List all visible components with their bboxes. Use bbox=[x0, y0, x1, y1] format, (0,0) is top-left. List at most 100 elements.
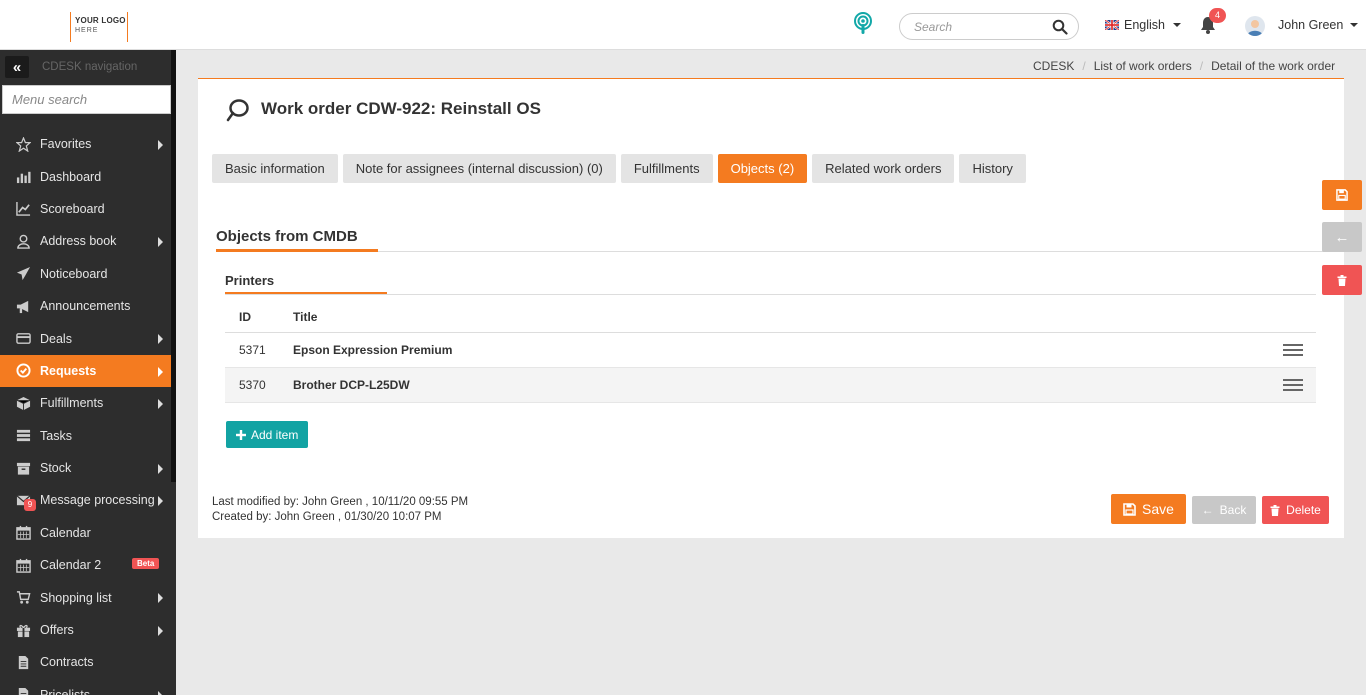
add-item-button[interactable]: Add item bbox=[226, 421, 309, 448]
page-title: Work order CDW-922: Reinstall OS bbox=[225, 96, 541, 122]
avatar[interactable] bbox=[1245, 16, 1265, 36]
sidebar-item-pricelists[interactable]: Pricelists bbox=[0, 679, 171, 695]
sidebar-scrollbar[interactable] bbox=[171, 50, 176, 482]
paper-plane-icon bbox=[15, 266, 31, 282]
sidebar: « CDESK navigation Menu search Favorites… bbox=[0, 50, 176, 695]
megaphone-icon bbox=[15, 298, 31, 314]
floating-delete-button[interactable] bbox=[1322, 265, 1362, 295]
sidebar-item-stock[interactable]: Stock bbox=[0, 452, 171, 484]
credit-card-icon bbox=[15, 331, 31, 347]
tab-basic-information[interactable]: Basic information bbox=[212, 154, 338, 183]
table-row[interactable]: 5370 Brother DCP-L25DW bbox=[225, 368, 1316, 403]
sidebar-item-calendar-2[interactable]: Calendar 2 Beta bbox=[0, 549, 171, 581]
column-header-id[interactable]: ID bbox=[225, 310, 293, 324]
top-bar: YOUR LOGO HERE Search English 4 John Gre… bbox=[0, 0, 1366, 50]
tab-note-for-assignees[interactable]: Note for assignees (internal discussion)… bbox=[342, 154, 616, 183]
sidebar-item-label: Requests bbox=[40, 363, 97, 378]
sidebar-item-announcements[interactable]: Announcements bbox=[0, 290, 171, 322]
chevron-right-icon bbox=[158, 399, 163, 410]
collapse-sidebar-icon[interactable]: « bbox=[5, 56, 29, 78]
user-menu[interactable]: John Green bbox=[1278, 18, 1359, 32]
star-icon bbox=[15, 136, 31, 152]
save-label: Save bbox=[1142, 501, 1174, 517]
sidebar-item-message-processing[interactable]: Message processing 9 bbox=[0, 484, 171, 516]
chevron-right-icon bbox=[158, 593, 163, 604]
sidebar-item-shopping-list[interactable]: Shopping list bbox=[0, 581, 171, 613]
work-order-title: Work order CDW-922: Reinstall OS bbox=[261, 99, 541, 118]
tab-bar: Basic information Note for assignees (in… bbox=[212, 154, 1026, 183]
box-icon bbox=[15, 395, 31, 411]
delete-button[interactable]: Delete bbox=[1262, 496, 1329, 524]
floating-save-button[interactable] bbox=[1322, 180, 1362, 210]
arrow-left-icon: ← bbox=[1334, 228, 1350, 246]
calendar-icon bbox=[15, 525, 31, 541]
language-selector[interactable]: English bbox=[1105, 18, 1181, 32]
unread-count-badge: 9 bbox=[24, 499, 36, 512]
search-icon[interactable] bbox=[1052, 19, 1068, 35]
sidebar-menu: Favorites Dashboard Scoreboard Address book… bbox=[0, 128, 171, 695]
tab-history[interactable]: History bbox=[959, 154, 1026, 183]
uk-flag-icon bbox=[1105, 20, 1119, 30]
sidebar-item-fulfillments[interactable]: Fulfillments bbox=[0, 387, 171, 419]
company-logo[interactable]: YOUR LOGO HERE bbox=[70, 12, 128, 42]
breadcrumb: CDESK / List of work orders / Detail of … bbox=[1033, 59, 1336, 73]
sidebar-item-address-book[interactable]: Address book bbox=[0, 225, 171, 257]
back-button[interactable]: ← Back bbox=[1192, 496, 1256, 524]
chevron-right-icon bbox=[158, 334, 163, 345]
global-search-input[interactable]: Search bbox=[899, 13, 1079, 40]
sidebar-item-label: Noticeboard bbox=[40, 266, 108, 281]
sidebar-item-deals[interactable]: Deals bbox=[0, 322, 171, 354]
sidebar-item-label: Deals bbox=[40, 331, 72, 346]
sidebar-item-calendar[interactable]: Calendar bbox=[0, 517, 171, 549]
sidebar-item-requests[interactable]: Requests bbox=[0, 354, 171, 388]
breadcrumb-cdesk[interactable]: CDESK bbox=[1033, 59, 1074, 73]
hamburger-menu-icon[interactable] bbox=[1283, 379, 1303, 391]
podcast-icon[interactable] bbox=[852, 12, 874, 36]
arrow-left-icon: ← bbox=[1201, 503, 1214, 517]
sidebar-item-label: Address book bbox=[40, 234, 117, 249]
plus-icon bbox=[236, 429, 246, 440]
chevron-right-icon bbox=[158, 625, 163, 636]
sidebar-item-label: Favorites bbox=[40, 137, 92, 152]
row-title[interactable]: Brother DCP-L25DW bbox=[293, 378, 1316, 392]
notification-badge: 4 bbox=[1209, 8, 1226, 23]
chevron-right-icon bbox=[158, 463, 163, 474]
table-row[interactable]: 5371 Epson Expression Premium bbox=[225, 333, 1316, 368]
sidebar-item-noticeboard[interactable]: Noticeboard bbox=[0, 258, 171, 290]
floating-back-button[interactable]: ← bbox=[1322, 222, 1362, 252]
sidebar-item-tasks[interactable]: Tasks bbox=[0, 420, 171, 452]
section-divider bbox=[216, 251, 1344, 252]
breadcrumb-work-orders[interactable]: List of work orders bbox=[1094, 59, 1192, 73]
save-button[interactable]: Save bbox=[1111, 494, 1186, 524]
calendar-icon bbox=[15, 557, 31, 573]
line-chart-icon bbox=[15, 201, 31, 217]
sidebar-item-contracts[interactable]: Contracts bbox=[0, 646, 171, 678]
tab-fulfillments[interactable]: Fulfillments bbox=[620, 154, 713, 183]
menu-search-input[interactable]: Menu search bbox=[2, 85, 171, 114]
sidebar-item-dashboard[interactable]: Dashboard bbox=[0, 160, 171, 192]
breadcrumb-current: Detail of the work order bbox=[1211, 59, 1336, 73]
sidebar-item-label: Stock bbox=[40, 461, 72, 476]
logo-text-logo: LOGO bbox=[101, 16, 126, 25]
hamburger-menu-icon[interactable] bbox=[1283, 344, 1303, 356]
document-icon bbox=[15, 687, 31, 695]
column-header-title[interactable]: Title bbox=[293, 310, 1316, 324]
search-placeholder: Search bbox=[914, 20, 953, 34]
row-title[interactable]: Epson Expression Premium bbox=[293, 343, 1316, 357]
logo-text-your: YOUR bbox=[75, 16, 99, 25]
sidebar-item-offers[interactable]: Offers bbox=[0, 614, 171, 646]
tab-objects[interactable]: Objects (2) bbox=[717, 154, 808, 183]
sidebar-item-label: Shopping list bbox=[40, 590, 112, 605]
sidebar-header: « CDESK navigation bbox=[0, 50, 176, 84]
sidebar-item-favorites[interactable]: Favorites bbox=[0, 128, 171, 160]
tab-related-work-orders[interactable]: Related work orders bbox=[812, 154, 955, 183]
chevron-down-icon bbox=[1350, 23, 1359, 27]
work-order-icon bbox=[226, 99, 249, 122]
chevron-right-icon bbox=[158, 496, 163, 507]
logo-text-here: HERE bbox=[75, 27, 99, 34]
add-item-label: Add item bbox=[251, 427, 299, 442]
back-label: Back bbox=[1219, 503, 1247, 517]
document-icon bbox=[15, 654, 31, 670]
chevron-right-icon bbox=[158, 366, 163, 377]
sidebar-item-scoreboard[interactable]: Scoreboard bbox=[0, 193, 171, 225]
